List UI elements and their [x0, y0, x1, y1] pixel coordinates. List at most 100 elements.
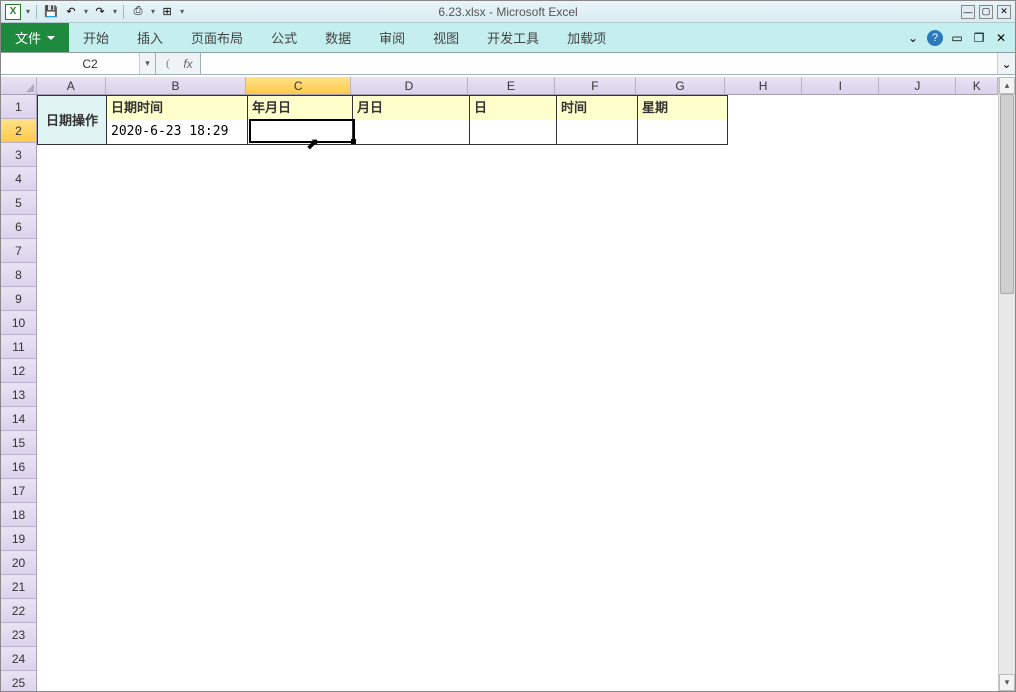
header-day[interactable]: 日 [470, 96, 557, 120]
tab-developer[interactable]: 开发工具 [473, 23, 553, 52]
undo-dropdown-icon[interactable]: ▾ [84, 7, 88, 16]
row-header-12[interactable]: 12 [1, 359, 37, 383]
separator [36, 5, 37, 19]
title-bar: X ▾ 💾 ↶ ▾ ↷ ▾ ⎙ ▾ ⊞ ▾ 6.23.xlsx - Micros… [1, 1, 1015, 23]
scroll-down-button[interactable]: ▾ [999, 674, 1015, 691]
qat-tool2-icon[interactable]: ⊞ [159, 4, 175, 20]
ribbon-minimize-icon[interactable]: ⌄ [905, 30, 921, 46]
row-header-17[interactable]: 17 [1, 479, 37, 503]
maximize-button[interactable]: ▢ [979, 5, 993, 19]
merged-cell-A1A2[interactable]: 日期操作 [38, 96, 107, 144]
scroll-thumb[interactable] [1000, 94, 1014, 294]
row-header-14[interactable]: 14 [1, 407, 37, 431]
header-md[interactable]: 月日 [353, 96, 470, 120]
qat-tool1-dd-icon[interactable]: ▾ [151, 7, 155, 16]
col-header-H[interactable]: H [725, 77, 802, 94]
window-controls: — ▢ ✕ [961, 5, 1011, 19]
column-headers: A B C D E F G H I J K [1, 77, 998, 95]
tab-insert[interactable]: 插入 [123, 23, 177, 52]
col-header-B[interactable]: B [106, 77, 246, 94]
row-header-1[interactable]: 1 [1, 95, 37, 119]
qat-customize-icon[interactable]: ▾ [180, 7, 184, 16]
col-header-F[interactable]: F [555, 77, 636, 94]
col-header-J[interactable]: J [879, 77, 956, 94]
row-header-15[interactable]: 15 [1, 431, 37, 455]
row-header-4[interactable]: 4 [1, 167, 37, 191]
data-time[interactable] [557, 120, 638, 144]
name-box-value: C2 [1, 57, 139, 71]
col-header-G[interactable]: G [636, 77, 725, 94]
scroll-track[interactable] [999, 94, 1015, 674]
row-header-20[interactable]: 20 [1, 551, 37, 575]
qat-dropdown-icon[interactable]: ▾ [26, 7, 30, 16]
data-ymd[interactable] [248, 120, 353, 144]
row-header-11[interactable]: 11 [1, 335, 37, 359]
name-box[interactable]: C2 ▾ [1, 53, 156, 74]
tab-review[interactable]: 审阅 [365, 23, 419, 52]
data-md[interactable] [353, 120, 470, 144]
help-icon[interactable]: ? [927, 30, 943, 46]
close-button[interactable]: ✕ [997, 5, 1011, 19]
row-header-16[interactable]: 16 [1, 455, 37, 479]
quick-access-toolbar: X ▾ 💾 ↶ ▾ ↷ ▾ ⎙ ▾ ⊞ ▾ [1, 4, 188, 20]
row-header-2[interactable]: 2 [1, 119, 37, 143]
tab-page-layout[interactable]: 页面布局 [177, 23, 257, 52]
select-all-corner[interactable] [1, 77, 37, 94]
doc-restore-icon[interactable]: ❐ [971, 30, 987, 46]
vertical-scrollbar[interactable]: ▴ ▾ [998, 77, 1015, 691]
row-header-10[interactable]: 10 [1, 311, 37, 335]
doc-close-icon[interactable]: ✕ [993, 30, 1009, 46]
save-icon[interactable]: 💾 [43, 4, 59, 20]
row-header-13[interactable]: 13 [1, 383, 37, 407]
tab-addins[interactable]: 加载项 [553, 23, 620, 52]
col-header-I[interactable]: I [802, 77, 879, 94]
header-weekday[interactable]: 星期 [638, 96, 727, 120]
row-header-3[interactable]: 3 [1, 143, 37, 167]
doc-minimize-icon[interactable]: ▭ [949, 30, 965, 46]
col-header-D[interactable]: D [351, 77, 468, 94]
data-day[interactable] [470, 120, 557, 144]
row-header-6[interactable]: 6 [1, 215, 37, 239]
row-header-21[interactable]: 21 [1, 575, 37, 599]
data-weekday[interactable] [638, 120, 727, 144]
fx-icon[interactable]: fx [180, 57, 196, 71]
formula-expand-icon[interactable]: ⌄ [997, 53, 1015, 74]
row-header-8[interactable]: 8 [1, 263, 37, 287]
row-header-22[interactable]: 22 [1, 599, 37, 623]
row-header-9[interactable]: 9 [1, 287, 37, 311]
formula-input[interactable] [201, 53, 997, 74]
row-header-25[interactable]: 25 [1, 671, 37, 691]
tab-home[interactable]: 开始 [69, 23, 123, 52]
minimize-button[interactable]: — [961, 5, 975, 19]
excel-logo-icon[interactable]: X [5, 4, 21, 20]
undo-icon[interactable]: ↶ [63, 4, 79, 20]
tab-data[interactable]: 数据 [311, 23, 365, 52]
row-header-7[interactable]: 7 [1, 239, 37, 263]
header-time[interactable]: 时间 [557, 96, 638, 120]
header-datetime[interactable]: 日期时间 [107, 96, 248, 120]
ribbon-right-controls: ⌄ ? ▭ ❐ ✕ [905, 30, 1009, 46]
name-box-dropdown-icon[interactable]: ▾ [139, 53, 155, 74]
col-header-K[interactable]: K [956, 77, 998, 94]
tab-formulas[interactable]: 公式 [257, 23, 311, 52]
row-header-23[interactable]: 23 [1, 623, 37, 647]
qat-tool1-icon[interactable]: ⎙ [130, 4, 146, 20]
data-table: 日期操作 日期时间 年月日 月日 日 时间 星期 2020-6-23 18:29 [37, 95, 728, 145]
header-ymd[interactable]: 年月日 [248, 96, 353, 120]
col-header-E[interactable]: E [468, 77, 555, 94]
row-header-5[interactable]: 5 [1, 191, 37, 215]
scroll-up-button[interactable]: ▴ [999, 77, 1015, 94]
col-header-C[interactable]: C [246, 77, 351, 94]
row-header-19[interactable]: 19 [1, 527, 37, 551]
row-header-18[interactable]: 18 [1, 503, 37, 527]
row-header-24[interactable]: 24 [1, 647, 37, 671]
data-datetime[interactable]: 2020-6-23 18:29 [107, 120, 248, 144]
rows-container: 1234567891011121314151617181920212223242… [1, 95, 998, 691]
col-header-A[interactable]: A [37, 77, 106, 94]
tab-view[interactable]: 视图 [419, 23, 473, 52]
redo-icon[interactable]: ↷ [92, 4, 108, 20]
redo-dropdown-icon[interactable]: ▾ [113, 7, 117, 16]
file-tab[interactable]: 文件 [1, 23, 69, 52]
grid[interactable]: A B C D E F G H I J K 123456789101112131… [1, 77, 998, 691]
formula-buttons: ( fx [156, 53, 201, 74]
